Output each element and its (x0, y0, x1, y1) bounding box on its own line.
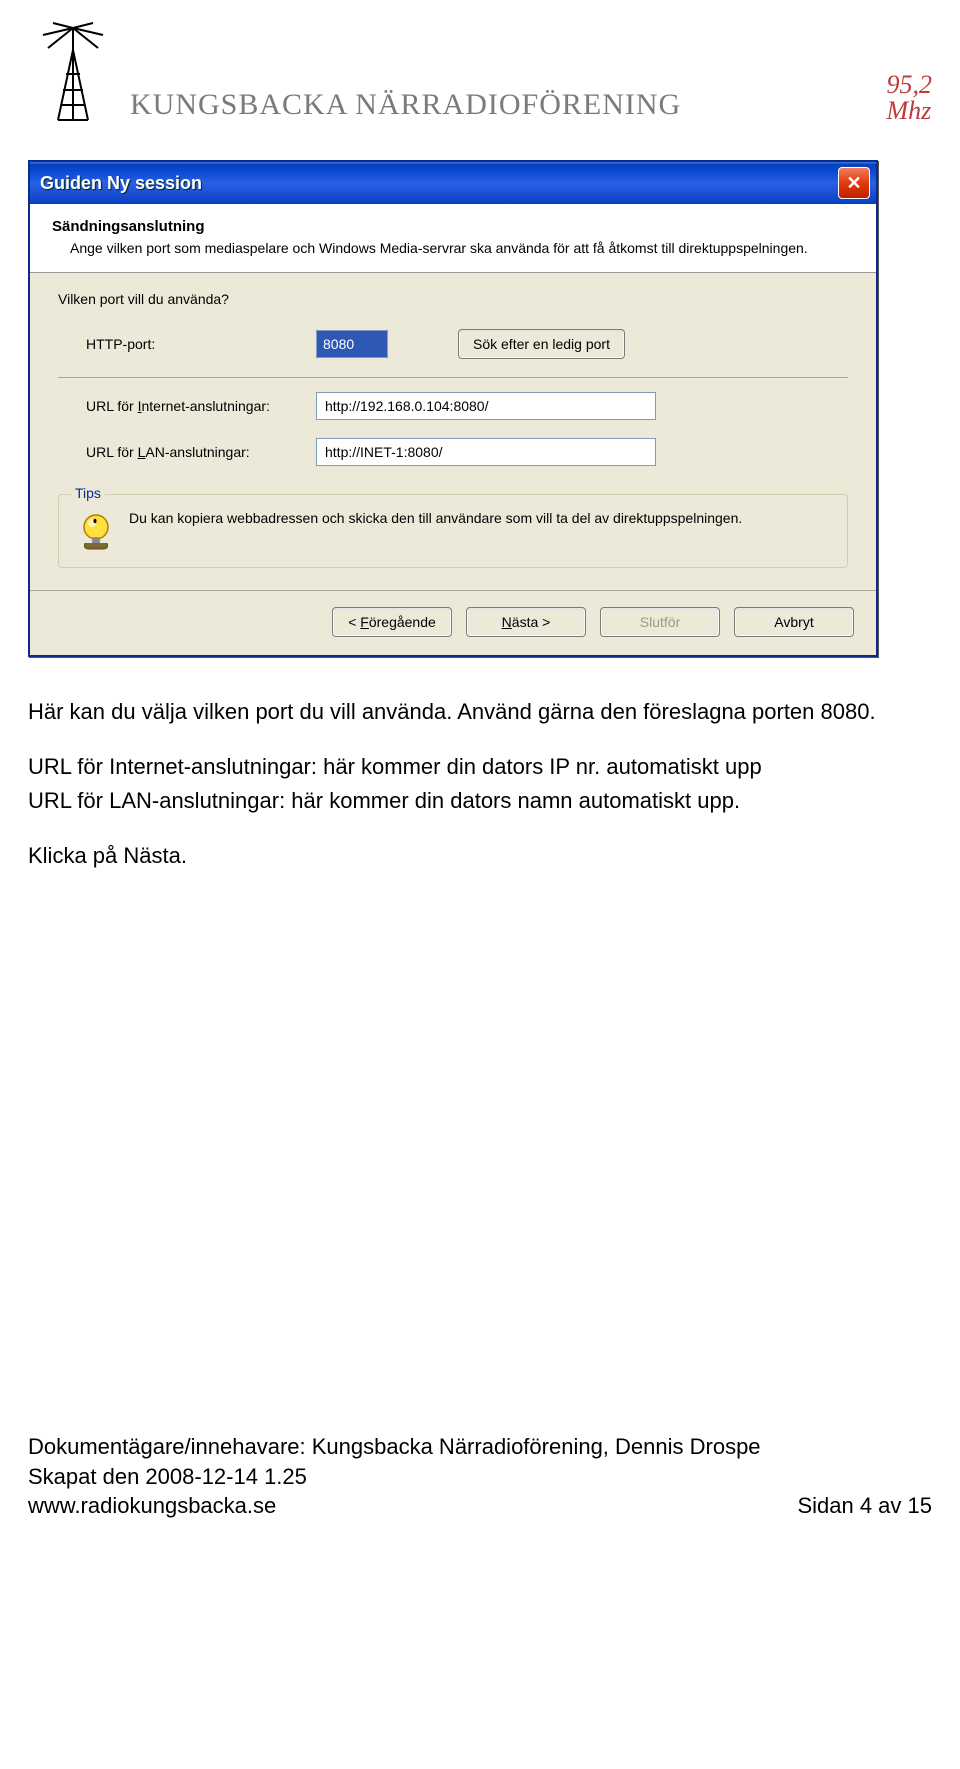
url-lan-label: URL för LAN-anslutningar: (58, 444, 316, 460)
footer-owner: Dokumentägare/innehavare: Kungsbacka När… (28, 1432, 932, 1462)
letterhead: KUNGSBACKA NÄRRADIOFÖRENING 95,2 Mhz (28, 20, 932, 130)
cancel-button[interactable]: Avbryt (734, 607, 854, 637)
page-footer: Dokumentägare/innehavare: Kungsbacka När… (28, 1432, 932, 1521)
section-description: Ange vilken port som mediaspelare och Wi… (70, 239, 828, 258)
tips-text: Du kan kopiera webbadressen och skicka d… (129, 509, 742, 528)
tips-group: Tips Du kan kopiera webbadressen och ski… (58, 494, 848, 568)
previous-button[interactable]: < Föregående (332, 607, 452, 637)
tips-legend: Tips (71, 485, 105, 501)
dialog-body: Vilken port vill du använda? HTTP-port: … (30, 273, 876, 590)
finish-button: Slutför (600, 607, 720, 637)
url-internet-input[interactable] (316, 392, 656, 420)
section-heading: Sändningsanslutning (52, 218, 828, 235)
freq-number: 95,2 (887, 72, 933, 98)
url-internet-label: URL för Internet-anslutningar: (58, 398, 316, 414)
freq-unit: Mhz (887, 98, 933, 124)
close-button[interactable]: ✕ (838, 167, 870, 199)
find-free-port-button[interactable]: Sök efter en ledig port (458, 329, 625, 359)
frequency-label: 95,2 Mhz (887, 72, 933, 130)
divider (58, 377, 848, 378)
close-icon: ✕ (846, 173, 861, 194)
antenna-icon (28, 20, 118, 130)
org-name: KUNGSBACKA NÄRRADIOFÖRENING (130, 88, 887, 130)
footer-url: www.radiokungsbacka.se (28, 1491, 932, 1521)
footer-page-number: Sidan 4 av 15 (797, 1491, 932, 1521)
next-button[interactable]: Nästa > (466, 607, 586, 637)
dialog-button-row: < Föregående Nästa > Slutför Avbryt (30, 590, 876, 655)
url-lan-input[interactable] (316, 438, 656, 466)
dialog-title: Guiden Ny session (40, 173, 202, 194)
body-paragraph-3: URL för LAN-anslutningar: här kommer din… (28, 786, 932, 817)
body-paragraph-4: Klicka på Nästa. (28, 841, 932, 872)
http-port-input[interactable] (316, 330, 388, 358)
wizard-dialog: Guiden Ny session ✕ Sändningsanslutning … (28, 160, 878, 657)
http-port-label: HTTP-port: (58, 336, 316, 352)
footer-created: Skapat den 2008-12-14 1.25 (28, 1462, 932, 1492)
port-question: Vilken port vill du använda? (58, 291, 848, 307)
dialog-heading-area: Sändningsanslutning Ange vilken port som… (30, 204, 876, 273)
body-paragraph-2: URL för Internet-anslutningar: här komme… (28, 752, 932, 783)
lightbulb-icon (75, 509, 117, 551)
titlebar: Guiden Ny session ✕ (30, 162, 876, 204)
body-paragraph-1: Här kan du välja vilken port du vill anv… (28, 697, 932, 728)
